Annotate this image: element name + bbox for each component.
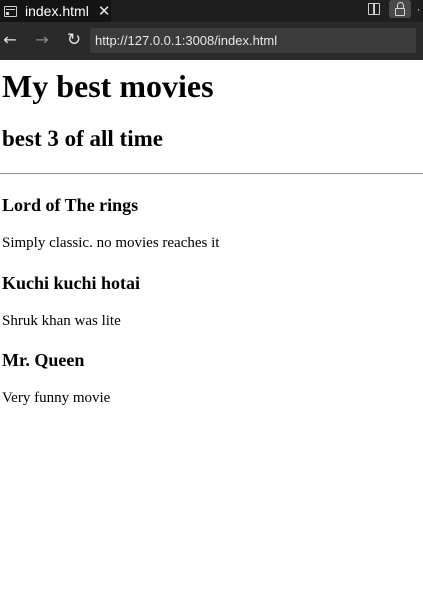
- lock-icon: [395, 2, 405, 16]
- split-editor-button[interactable]: [365, 0, 383, 18]
- split-editor-icon: [368, 3, 380, 15]
- tab-index-html[interactable]: index.html ✕: [0, 0, 111, 22]
- more-actions-icon[interactable]: ·: [414, 0, 423, 18]
- movie-description: Shruk khan was lite: [2, 313, 121, 329]
- page-subtitle: best 3 of all time: [2, 126, 163, 151]
- movie-title: Kuchi kuchi hotai: [2, 273, 141, 293]
- divider: [0, 173, 423, 174]
- back-arrow-icon[interactable]: ←: [0, 30, 20, 50]
- movie-title: Mr. Queen: [2, 350, 85, 370]
- reload-icon[interactable]: ↻: [64, 30, 84, 50]
- tab-bar: index.html ✕ ·: [0, 0, 423, 22]
- close-icon[interactable]: ✕: [98, 4, 111, 19]
- movie-description: Very funny movie: [2, 390, 111, 406]
- page-preview-icon: [4, 5, 17, 17]
- lock-button[interactable]: [389, 0, 411, 18]
- movie-title: Lord of The rings: [2, 195, 139, 215]
- movie-description: Simply classic. no movies reaches it: [2, 235, 220, 251]
- url-input[interactable]: http://127.0.0.1:3008/index.html: [90, 28, 416, 53]
- tab-title: index.html: [25, 3, 89, 19]
- page-title: My best movies: [2, 68, 214, 104]
- browser-nav-bar: ← → ↻ http://127.0.0.1:3008/index.html: [0, 22, 423, 60]
- forward-arrow-icon[interactable]: →: [32, 30, 52, 50]
